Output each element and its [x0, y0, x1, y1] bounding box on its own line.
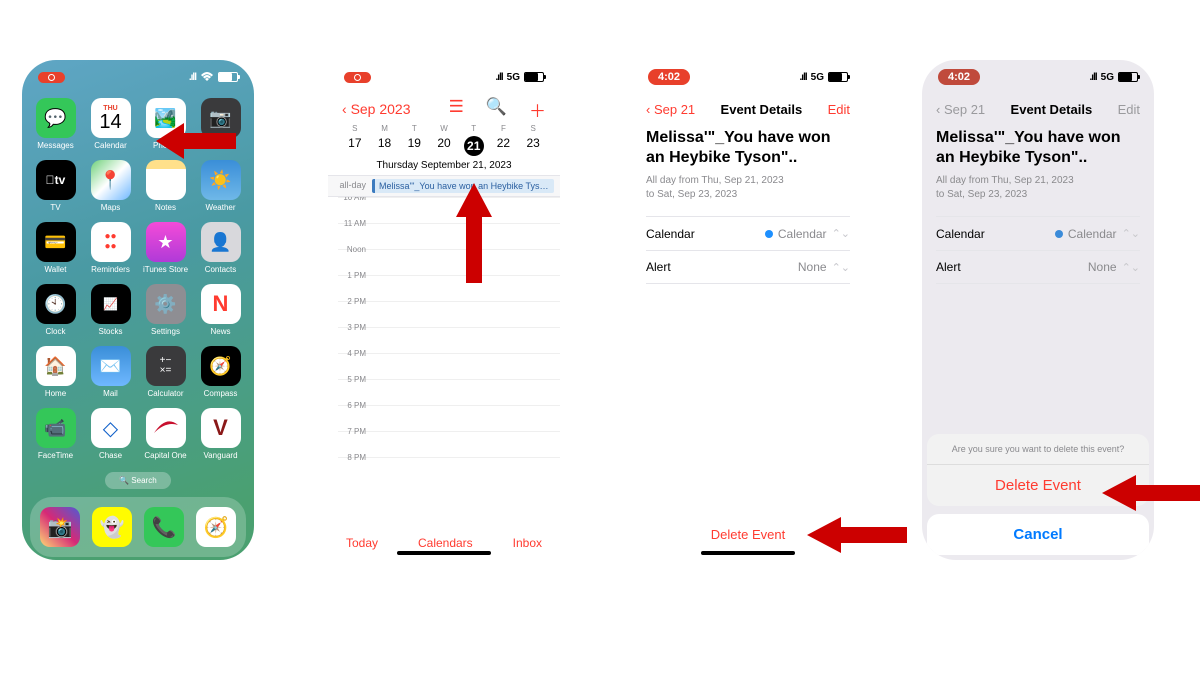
edit-button: Edit — [1118, 102, 1140, 117]
page-title: Event Details — [1011, 102, 1093, 117]
allday-row: all-day Melissa'"_You have won an Heybik… — [328, 175, 560, 197]
app-weather[interactable]: ☀️Weather — [195, 160, 246, 212]
back-button: ‹ Sep 21 — [936, 102, 985, 117]
app-calculator[interactable]: +−×=Calculator — [140, 346, 191, 398]
network-label: 5G — [507, 72, 520, 83]
screenshot-1-home: .ıll 💬Messages THU14Calendar 🏞️Photos 📷C… — [22, 60, 254, 560]
app-home[interactable]: 🏠Home — [30, 346, 81, 398]
app-reminders[interactable]: ●●●●Reminders — [85, 222, 136, 274]
app-wallet[interactable]: 💳Wallet — [30, 222, 81, 274]
app-clock[interactable]: 🕙Clock — [30, 284, 81, 336]
event-nav: ‹ Sep 21 Event Details Edit — [632, 94, 864, 124]
app-maps[interactable]: 📍Maps — [85, 160, 136, 212]
app-mail[interactable]: ✉️Mail — [85, 346, 136, 398]
battery-icon — [524, 72, 544, 82]
status-bar: .ıll — [22, 60, 254, 94]
event-detail-screen: 4:02 .ıll5G ‹ Sep 21 Event Details Edit … — [632, 60, 864, 560]
calendar-footer: Today Calendars Inbox — [328, 536, 560, 550]
time-pill: 4:02 — [648, 69, 690, 85]
dock: 📸 👻 📞 🧭 — [30, 497, 246, 557]
app-facetime[interactable]: 📹FaceTime — [30, 408, 81, 460]
app-contacts[interactable]: 👤Contacts — [195, 222, 246, 274]
calendar-nav: ‹ Sep 2023 ☰ 🔍 ＋ — [328, 94, 560, 124]
today-button[interactable]: Today — [346, 536, 378, 550]
app-compass[interactable]: 🧭Compass — [195, 346, 246, 398]
battery-icon — [218, 72, 238, 82]
app-camera[interactable]: 📷Camera — [195, 98, 246, 150]
chevron-updown-icon: ⌃⌄ — [832, 261, 850, 274]
wifi-icon — [200, 72, 214, 82]
screenshot-3-event: 4:02 .ıll5G ‹ Sep 21 Event Details Edit … — [632, 60, 864, 560]
back-button[interactable]: ‹ Sep 21 — [646, 102, 695, 117]
calendar-day-screen: .ıll 5G ‹ Sep 2023 ☰ 🔍 ＋ SMTWTFS 17181920… — [328, 60, 560, 560]
event-title: Melissa'"_You have won an Heybike Tyson"… — [646, 128, 850, 168]
app-chase[interactable]: ◇Chase — [85, 408, 136, 460]
alert-row: Alert None⌃⌄ — [936, 250, 1140, 284]
dock-snapchat[interactable]: 👻 — [92, 507, 132, 547]
calendar-row: Calendar Calendar⌃⌄ — [936, 216, 1140, 250]
event-date-range: All day from Thu, Sep 21, 2023to Sat, Se… — [646, 174, 850, 202]
search-pill[interactable]: 🔍Search — [105, 472, 171, 489]
app-vanguard[interactable]: VVanguard — [195, 408, 246, 460]
signal-icon: .ıll — [189, 72, 196, 83]
app-itunes-store[interactable]: ★iTunes Store — [140, 222, 191, 274]
app-grid: 💬Messages THU14Calendar 🏞️Photos 📷Camera… — [22, 94, 254, 460]
back-button[interactable]: ‹ Sep 2023 — [342, 101, 411, 117]
search-icon[interactable]: 🔍 — [486, 97, 507, 122]
home-indicator[interactable] — [397, 551, 491, 555]
signal-icon: .ıll — [496, 72, 503, 83]
app-tv[interactable]: tvTV — [30, 160, 81, 212]
home-indicator[interactable] — [701, 551, 795, 555]
page-title: Event Details — [721, 102, 803, 117]
app-settings[interactable]: ⚙️Settings — [140, 284, 191, 336]
dock-instagram[interactable]: 📸 — [40, 507, 80, 547]
app-stocks[interactable]: 📈Stocks — [85, 284, 136, 336]
app-news[interactable]: NNews — [195, 284, 246, 336]
time-pill: 4:02 — [938, 69, 980, 85]
action-sheet: Are you sure you want to delete this eve… — [927, 434, 1149, 555]
app-notes[interactable]: Notes — [140, 160, 191, 212]
dates-row[interactable]: 17181920212223 — [328, 133, 560, 158]
screenshot-4-confirm: 4:02 .ıll5G ‹ Sep 21 Event Details Edit … — [922, 60, 1154, 560]
allday-event[interactable]: Melissa'"_You have won an Heybike Tyson"… — [372, 179, 554, 193]
weekday-header: SMTWTFS — [328, 124, 560, 133]
dock-safari[interactable]: 🧭 — [196, 507, 236, 547]
full-date: Thursday September 21, 2023 — [328, 158, 560, 175]
status-bar: 4:02 .ıll5G — [922, 60, 1154, 94]
sheet-delete-button[interactable]: Delete Event — [927, 465, 1149, 506]
list-icon[interactable]: ☰ — [449, 97, 464, 122]
event-title: Melissa'"_You have won an Heybike Tyson"… — [936, 128, 1140, 168]
edit-button[interactable]: Edit — [828, 102, 850, 117]
screenshot-2-calendar: .ıll 5G ‹ Sep 2023 ☰ 🔍 ＋ SMTWTFS 17181920… — [328, 60, 560, 560]
iphone-home-screen: .ıll 💬Messages THU14Calendar 🏞️Photos 📷C… — [22, 60, 254, 560]
hour-grid[interactable]: 10 AM 11 AM Noon 1 PM 2 PM 3 PM 4 PM 5 P… — [328, 197, 560, 483]
event-date-range: All day from Thu, Sep 21, 2023to Sat, Se… — [936, 174, 1140, 202]
add-icon[interactable]: ＋ — [529, 97, 546, 122]
event-delete-confirm-screen: 4:02 .ıll5G ‹ Sep 21 Event Details Edit … — [922, 60, 1154, 560]
search-icon: 🔍 — [119, 476, 129, 485]
delete-event-button[interactable]: Delete Event — [632, 527, 864, 542]
calendar-row[interactable]: Calendar Calendar⌃⌄ — [646, 216, 850, 250]
app-capital-one[interactable]: Capital One — [140, 408, 191, 460]
battery-icon — [828, 72, 848, 82]
sheet-message: Are you sure you want to delete this eve… — [927, 434, 1149, 465]
status-bar: 4:02 .ıll5G — [632, 60, 864, 94]
sheet-cancel-button[interactable]: Cancel — [927, 514, 1149, 555]
status-bar: .ıll 5G — [328, 60, 560, 94]
app-calendar[interactable]: THU14Calendar — [85, 98, 136, 150]
app-messages[interactable]: 💬Messages — [30, 98, 81, 150]
app-photos[interactable]: 🏞️Photos — [140, 98, 191, 150]
inbox-button[interactable]: Inbox — [513, 536, 542, 550]
calendars-button[interactable]: Calendars — [418, 536, 473, 550]
alert-row[interactable]: Alert None⌃⌄ — [646, 250, 850, 284]
chevron-updown-icon: ⌃⌄ — [832, 227, 850, 240]
dock-phone[interactable]: 📞 — [144, 507, 184, 547]
battery-icon — [1118, 72, 1138, 82]
calendar-color-dot — [765, 230, 773, 238]
event-nav: ‹ Sep 21 Event Details Edit — [922, 94, 1154, 124]
